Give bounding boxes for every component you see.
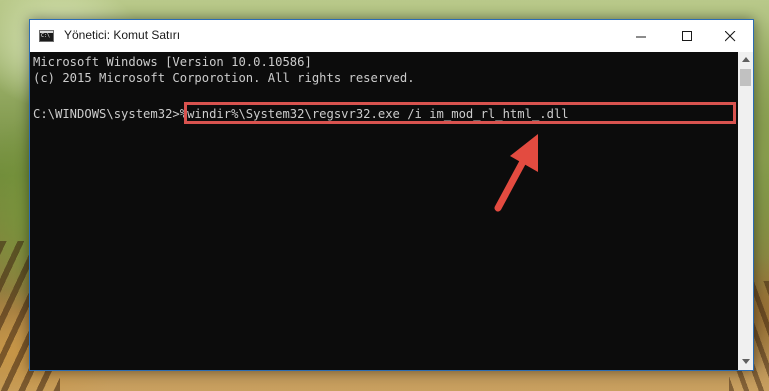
console-line-version: Microsoft Windows [Version 10.0.10586] [33, 55, 312, 69]
console-prompt: C:\WINDOWS\system32> [33, 107, 180, 121]
cmd-icon [39, 30, 54, 42]
close-icon [725, 31, 736, 42]
maximize-icon [682, 31, 692, 41]
minimize-icon [636, 36, 646, 38]
command-prompt-window[interactable]: Yönetici: Komut Satırı Microsoft Windows… [29, 19, 754, 371]
scrollbar-thumb[interactable] [740, 69, 751, 86]
window-title: Yönetici: Komut Satırı [64, 28, 181, 42]
scroll-down-arrow-icon [742, 359, 750, 364]
desktop-background: Yönetici: Komut Satırı Microsoft Windows… [0, 0, 769, 391]
scroll-up-arrow-icon [742, 57, 750, 62]
title-bar[interactable]: Yönetici: Komut Satırı [30, 20, 753, 52]
arrow-pointer-icon [494, 134, 538, 212]
console-line-copyright: (c) 2015 Microsoft Corporotion. All righ… [33, 71, 415, 85]
scroll-up-button[interactable] [738, 52, 753, 68]
vertical-scrollbar[interactable] [738, 52, 753, 370]
maximize-button[interactable] [664, 20, 710, 52]
scroll-down-button[interactable] [738, 354, 753, 370]
console-output[interactable]: Microsoft Windows [Version 10.0.10586] (… [30, 52, 738, 370]
minimize-button[interactable] [618, 20, 664, 52]
close-button[interactable] [707, 20, 753, 52]
command-highlight-box [184, 102, 736, 124]
